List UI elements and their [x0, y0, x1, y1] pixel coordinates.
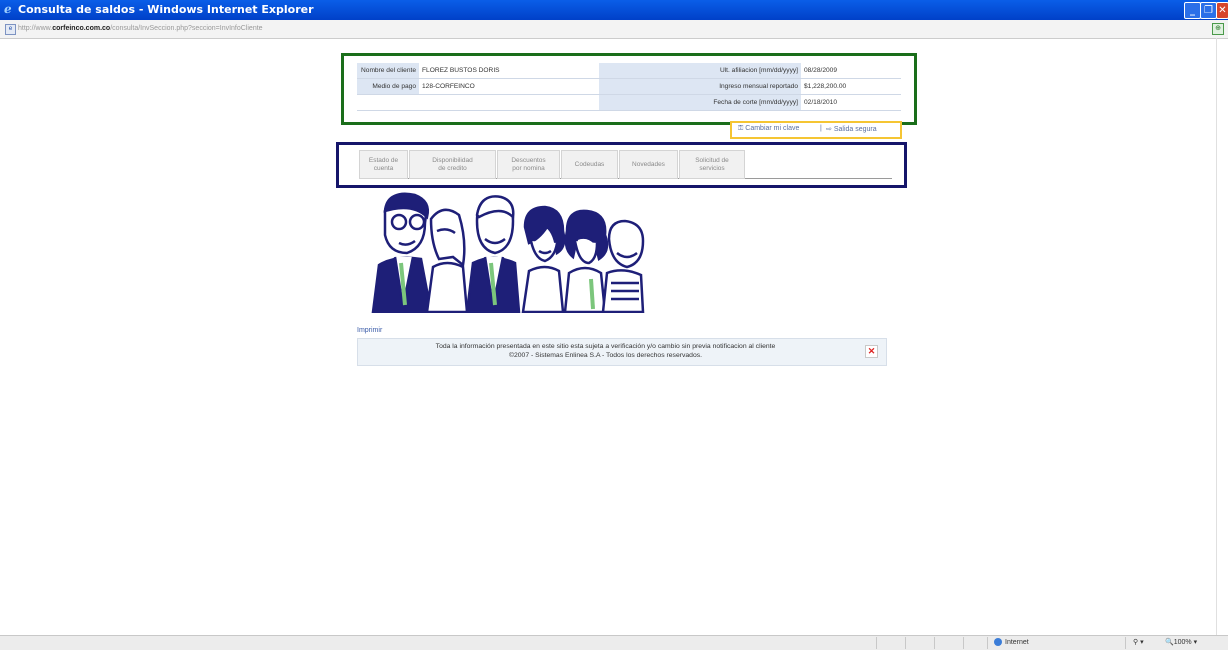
empty-cell — [419, 94, 599, 111]
status-separator — [876, 637, 877, 649]
status-separator — [934, 637, 935, 649]
affiliation-date-value: 08/28/2009 — [801, 63, 901, 79]
client-name-label: Nombre del cliente — [357, 63, 419, 79]
copyright-text: ©2007 - Sistemas Enlinea S.A - Todos los… — [508, 352, 703, 359]
tab-news[interactable]: Novedades — [619, 150, 678, 179]
empty-cell — [357, 94, 419, 111]
tab-account-statement[interactable]: Estado de cuenta — [359, 150, 408, 179]
footer-notice: Toda la información presentada en este s… — [357, 338, 887, 366]
window-divider — [1216, 38, 1217, 635]
status-separator — [1125, 637, 1126, 649]
print-link[interactable]: Imprimir — [357, 327, 382, 334]
status-separator — [905, 637, 906, 649]
monthly-income-label: Ingreso mensual reportado — [599, 78, 801, 95]
zoom-dropdown-icon: ▾ — [1193, 639, 1198, 646]
tab-payroll-discounts[interactable]: Descuentos por nomina — [497, 150, 560, 179]
globe-icon — [994, 638, 1002, 646]
payment-method-label: Medio de pago — [357, 78, 419, 95]
change-password-label: Cambiar mi clave — [745, 125, 800, 132]
cutoff-date-value: 02/18/2010 — [801, 94, 901, 111]
monthly-income-value: $1,228,200.00 — [801, 78, 901, 95]
protected-mode-icon[interactable]: ⚲ ▾ — [1133, 638, 1144, 646]
tab-service-request[interactable]: Solicitud de servicios — [679, 150, 745, 179]
client-name-value: FLOREZ BUSTOS DORIS — [419, 63, 599, 79]
status-separator — [987, 637, 988, 649]
zoom-control[interactable]: 🔍100% ▾ — [1165, 638, 1197, 646]
payment-method-value: 128-CORFEINCO — [419, 78, 599, 95]
window-title-bar: ℯ Consulta de saldos - Windows Internet … — [0, 0, 1228, 20]
close-footer-icon[interactable]: ✕ — [865, 345, 878, 358]
window-title: Consulta de saldos - Windows Internet Ex… — [18, 3, 314, 16]
account-actions: ⚿ Cambiar mi clave | ⇨ Salida segura — [730, 121, 902, 139]
status-bar: Internet ⚲ ▾ 🔍100% ▾ — [0, 635, 1228, 650]
tabs-panel: Estado de cuenta Disponibilidad de credito… — [336, 142, 907, 188]
ie-logo-icon: ℯ — [4, 2, 12, 16]
change-password-link[interactable]: ⚿ Cambiar mi clave — [738, 125, 799, 133]
cutoff-date-label: Fecha de corte [mm/dd/yyyy] — [599, 94, 801, 111]
key-icon: ⚿ — [738, 125, 744, 132]
logout-link[interactable]: ⇨ Salida segura — [826, 125, 877, 133]
maximize-button[interactable]: ❐ — [1200, 2, 1217, 19]
affiliation-date-label: Ult. afiliacion [mm/dd/yyyy] — [599, 63, 801, 79]
page-icon: e — [5, 24, 16, 35]
client-info-panel: Nombre del cliente FLOREZ BUSTOS DORIS U… — [341, 53, 917, 125]
zoom-level: 100% — [1173, 639, 1192, 646]
status-separator — [963, 637, 964, 649]
close-window-button[interactable]: ✕ — [1216, 2, 1228, 19]
address-bar[interactable]: e http://www.corfeinco.com.co/consulta/I… — [0, 20, 1228, 39]
exit-icon: ⇨ — [826, 126, 832, 133]
minimize-button[interactable]: _ — [1184, 2, 1201, 19]
tab-strip: Estado de cuenta Disponibilidad de credito… — [359, 150, 892, 179]
tab-credit-availability[interactable]: Disponibilidad de credito — [409, 150, 496, 179]
magnifier-icon: 🔍 — [1165, 639, 1174, 646]
people-illustration — [371, 192, 645, 313]
actions-separator: | — [820, 125, 822, 132]
logout-label: Salida segura — [833, 126, 877, 133]
disclaimer-text: Toda la información presentada en este s… — [435, 343, 776, 350]
security-zone-label: Internet — [1005, 638, 1029, 646]
tab-co-debts[interactable]: Codeudas — [561, 150, 618, 179]
security-zone[interactable]: Internet — [994, 638, 1029, 646]
rss-feed-icon[interactable]: ⊕ — [1212, 23, 1224, 35]
client-info-table: Nombre del cliente FLOREZ BUSTOS DORIS U… — [357, 63, 901, 111]
url-text[interactable]: http://www.corfeinco.com.co/consulta/Inv… — [18, 25, 263, 32]
